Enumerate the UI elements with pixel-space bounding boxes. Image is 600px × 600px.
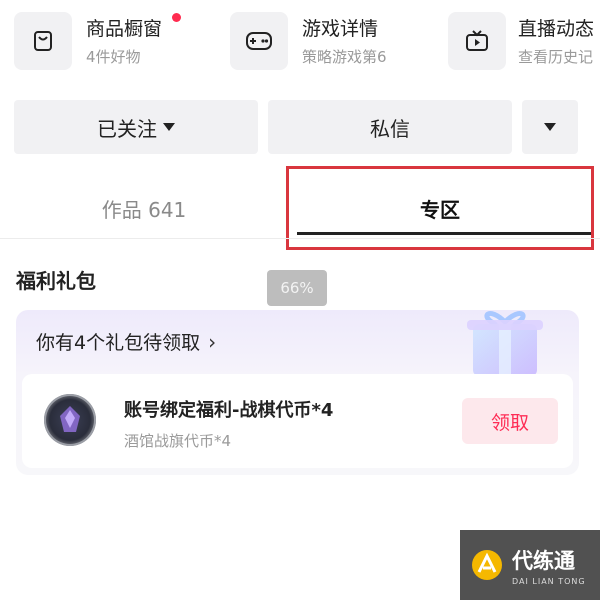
token-item-icon	[44, 394, 96, 446]
tile-game-details[interactable]: 游戏详情 策略游戏第6	[230, 0, 430, 72]
caret-down-icon	[163, 123, 175, 131]
message-button[interactable]: 私信	[268, 100, 512, 154]
gift-header-link[interactable]: 你有4个礼包待领取 ›	[36, 328, 216, 355]
tile-title: 商品橱窗	[86, 18, 163, 40]
watermark-title: 代练通	[512, 548, 575, 573]
caret-down-icon	[544, 123, 556, 131]
gift-item-title: 账号绑定福利-战棋代币*4	[124, 400, 334, 421]
gift-item-row: 账号绑定福利-战棋代币*4 酒馆战旗代币*4 领取	[22, 374, 573, 468]
tile-subtitle: 策略游戏第6	[302, 48, 387, 66]
tile-subtitle: 4件好物	[86, 48, 141, 66]
gift-item-subtitle: 酒馆战旗代币*4	[124, 432, 232, 450]
tile-subtitle: 查看历史记	[518, 48, 594, 66]
gamepad-icon	[230, 12, 288, 70]
more-dropdown-button[interactable]	[522, 100, 578, 154]
gift-header-text: 你有4个礼包待领取	[36, 332, 201, 354]
gift-box-icon	[467, 311, 543, 376]
shopping-bag-icon	[14, 12, 72, 70]
claim-label: 领取	[490, 411, 529, 434]
zoom-level-badge: 66%	[267, 270, 327, 306]
claim-button[interactable]: 领取	[462, 398, 558, 444]
notification-dot	[172, 13, 181, 22]
watermark-emblem-icon	[472, 550, 502, 580]
tabs-divider	[0, 238, 600, 239]
tv-icon	[448, 12, 506, 70]
tab-works[interactable]: 作品 641	[0, 180, 288, 236]
section-title: 福利礼包	[16, 269, 96, 293]
chevron-right-icon: ›	[208, 329, 217, 354]
follow-label: 已关注	[97, 116, 157, 141]
tile-title: 直播动态	[518, 18, 595, 40]
gift-pack-card: 你有4个礼包待领取 › 账号绑定福利-战棋代币*4 酒馆战旗代币*4 领取	[16, 310, 579, 475]
tile-title: 游戏详情	[302, 18, 379, 40]
watermark-subtitle: DAI LIAN TONG	[512, 576, 586, 586]
message-label: 私信	[370, 116, 410, 141]
tile-live-updates[interactable]: 直播动态 查看历史记	[448, 0, 600, 72]
tile-shop-window[interactable]: 商品橱窗 4件好物	[14, 0, 214, 72]
watermark-logo: 代练通 DAI LIAN TONG	[460, 530, 600, 600]
tab-works-label: 作品 641	[101, 197, 187, 222]
follow-button[interactable]: 已关注	[14, 100, 258, 154]
